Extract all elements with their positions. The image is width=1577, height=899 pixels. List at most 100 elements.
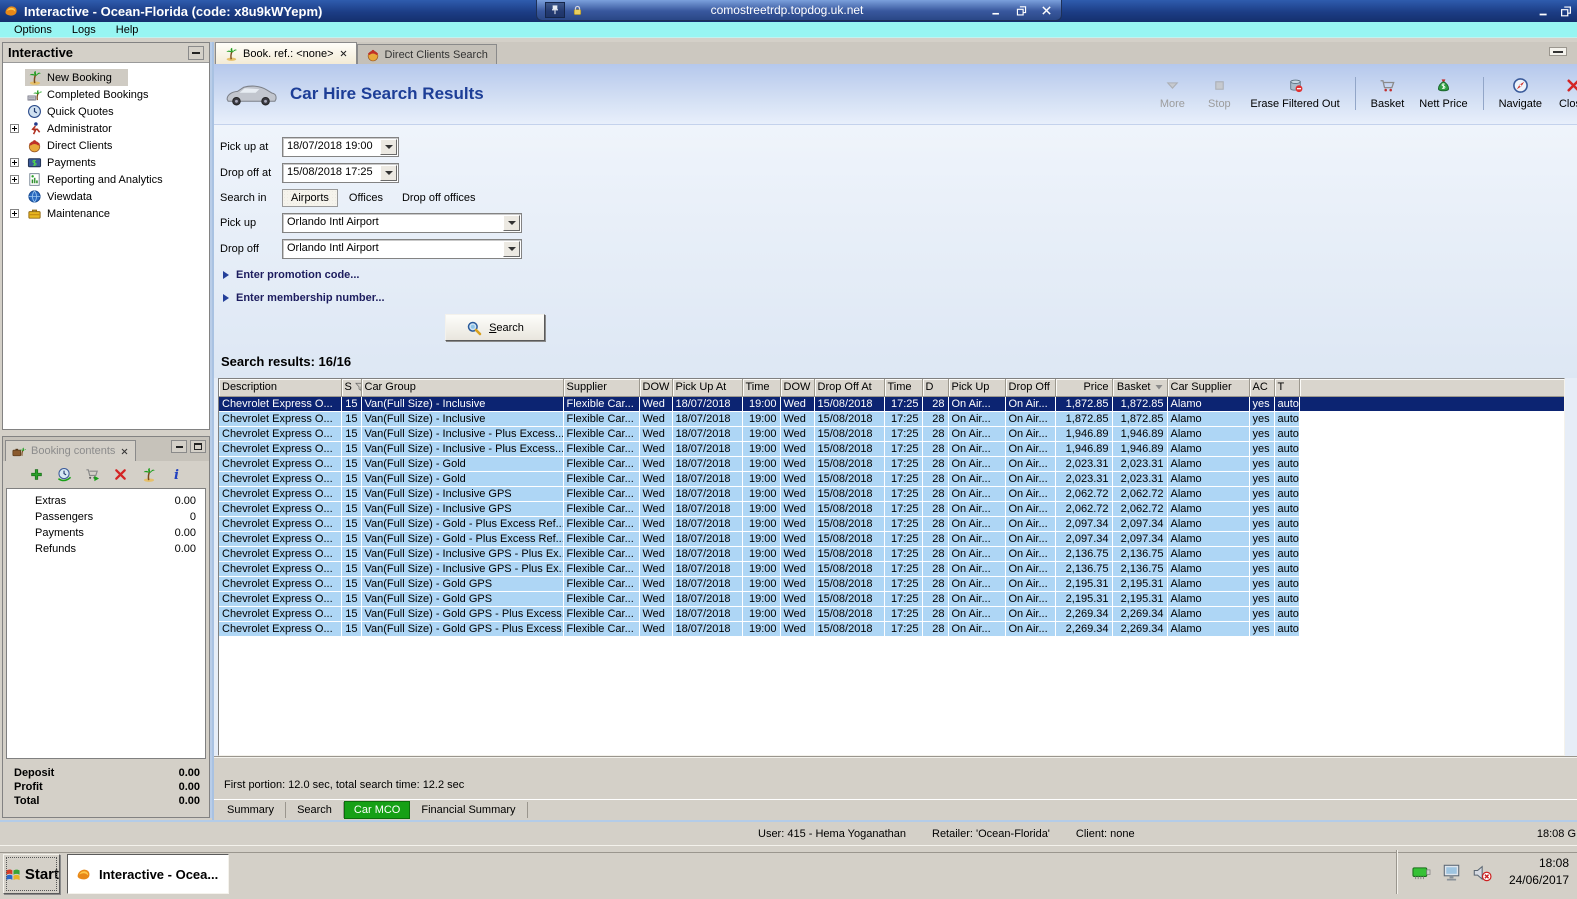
result-row[interactable]: Chevrolet Express O... 15 Van(Full Size) -… (219, 441, 1564, 457)
dropdown-arrow-icon[interactable] (380, 139, 397, 155)
column-header[interactable]: Car Group (361, 379, 564, 397)
rdp-minimize-icon[interactable] (990, 4, 1003, 17)
expand-icon[interactable] (10, 209, 19, 218)
sidebar-item[interactable]: New Booking (3, 69, 209, 86)
taskbar-task-button[interactable]: Interactive - Ocea... (67, 854, 229, 894)
delete-item-button[interactable] (113, 467, 128, 482)
column-header[interactable]: Time (742, 379, 781, 397)
column-header[interactable]: T (1274, 379, 1300, 397)
booking-button[interactable] (141, 467, 156, 482)
result-row[interactable]: Chevrolet Express O... 15 Van(Full Size) -… (219, 531, 1564, 547)
document-tab[interactable]: Direct Clients Search (356, 44, 497, 64)
promotion-code-expander[interactable]: Enter promotion code... (223, 268, 1577, 282)
maximize-icon[interactable] (1559, 4, 1573, 18)
sidebar-item[interactable]: Reporting and Analytics (3, 171, 209, 188)
membership-number-expander[interactable]: Enter membership number... (223, 291, 1577, 305)
booking-contents-tab[interactable]: Booking contents (5, 440, 137, 461)
column-header[interactable]: AC (1249, 379, 1275, 397)
rdp-close-icon[interactable] (1040, 4, 1053, 17)
search-in-option[interactable]: Airports (282, 189, 338, 207)
muted-speaker-icon[interactable] (1471, 862, 1492, 883)
collapse-strip-button[interactable] (1549, 47, 1567, 56)
result-row[interactable]: Chevrolet Express O... 15 Van(Full Size) -… (219, 456, 1564, 472)
booking-list-item[interactable]: Payments 0.00 (7, 525, 205, 541)
sidebar-item[interactable]: Viewdata (3, 188, 209, 205)
sidebar-item[interactable]: Completed Bookings (3, 86, 209, 103)
rdp-restore-icon[interactable] (1015, 4, 1028, 17)
search-in-option[interactable]: Drop off offices (394, 190, 484, 206)
column-header[interactable]: Car Supplier (1167, 379, 1250, 397)
view-tab[interactable]: Summary (216, 802, 287, 818)
dropdown-arrow-icon[interactable] (503, 215, 520, 231)
view-tab[interactable]: Financial Summary (410, 802, 528, 818)
sidebar-item[interactable]: Direct Clients (3, 137, 209, 154)
menu-item[interactable]: Logs (62, 23, 106, 37)
booking-list-item[interactable]: Extras 0.00 (7, 493, 205, 509)
dropoff-location-field[interactable]: Orlando Intl Airport (282, 239, 522, 259)
result-row[interactable]: Chevrolet Express O... 15 Van(Full Size) -… (219, 516, 1564, 532)
collapse-panel-button[interactable] (188, 45, 204, 60)
expand-icon[interactable] (10, 158, 19, 167)
booking-list-item[interactable]: Refunds 0.00 (7, 541, 205, 557)
toolbar-button[interactable]: Nett Price (1419, 77, 1468, 110)
result-row[interactable]: Chevrolet Express O... 15 Van(Full Size) -… (219, 471, 1564, 487)
column-header[interactable]: D (922, 379, 949, 397)
sidebar-item[interactable]: Quick Quotes (3, 103, 209, 120)
pin-button[interactable] (545, 2, 565, 18)
column-header[interactable]: Supplier (563, 379, 640, 397)
result-row[interactable]: Chevrolet Express O... 15 Van(Full Size) -… (219, 486, 1564, 502)
result-row[interactable]: Chevrolet Express O... 15 Van(Full Size) -… (219, 606, 1564, 622)
info-button[interactable] (169, 467, 184, 482)
toolbar-button[interactable]: More (1156, 77, 1188, 110)
dropoff-at-field[interactable]: 15/08/2018 17:25 (282, 163, 399, 183)
pickup-location-field[interactable]: Orlando Intl Airport (282, 213, 522, 233)
add-to-basket-button[interactable] (85, 467, 100, 482)
sidebar-item[interactable]: Payments (3, 154, 209, 171)
close-panel-icon[interactable] (120, 447, 129, 456)
dropdown-arrow-icon[interactable] (503, 241, 520, 257)
view-tab[interactable]: Search (286, 802, 344, 818)
column-header[interactable]: Basket (1112, 379, 1168, 397)
add-item-button[interactable] (29, 467, 44, 482)
column-header[interactable]: Time (884, 379, 923, 397)
menu-item[interactable]: Help (106, 23, 149, 37)
result-row[interactable]: Chevrolet Express O... 15 Van(Full Size) -… (219, 501, 1564, 517)
column-header[interactable]: Description (219, 379, 342, 397)
search-button[interactable]: Search (445, 314, 545, 341)
result-row[interactable]: Chevrolet Express O... 15 Van(Full Size) -… (219, 561, 1564, 577)
result-row[interactable]: Chevrolet Express O... 15 Van(Full Size) -… (219, 546, 1564, 562)
column-header[interactable]: Drop Off At (814, 379, 885, 397)
toolbar-button[interactable]: Stop (1203, 77, 1235, 110)
column-header[interactable]: Pick Up (948, 379, 1006, 397)
toolbar-button[interactable]: Erase Filtered Out (1250, 77, 1340, 110)
toolbar-button[interactable]: Close (1557, 77, 1577, 110)
search-in-option[interactable]: Offices (341, 190, 391, 206)
availability-button[interactable] (57, 467, 72, 482)
column-header[interactable]: Drop Off (1005, 379, 1056, 397)
result-row[interactable]: Chevrolet Express O... 15 Van(Full Size) -… (219, 396, 1564, 412)
document-tab[interactable]: Book. ref.: <none> (215, 42, 357, 64)
pickup-at-field[interactable]: 18/07/2018 19:00 (282, 137, 399, 157)
result-row[interactable]: Chevrolet Express O... 15 Van(Full Size) -… (219, 411, 1564, 427)
menu-item[interactable]: Options (4, 23, 62, 37)
view-tab[interactable]: Car MCO (343, 801, 411, 819)
toolbar-button[interactable]: Navigate (1482, 77, 1542, 110)
panel-maximize-button[interactable] (190, 440, 206, 453)
sidebar-item[interactable]: Administrator (3, 120, 209, 137)
column-header[interactable]: DOW (639, 379, 673, 397)
column-header[interactable]: DOW (780, 379, 815, 397)
sidebar-item[interactable]: Maintenance (3, 205, 209, 222)
column-header[interactable]: Price (1055, 379, 1113, 397)
toolbar-button[interactable]: Basket (1354, 77, 1404, 110)
minimize-icon[interactable] (1537, 4, 1551, 18)
network-adapter-icon[interactable] (1411, 862, 1432, 883)
start-button[interactable]: Start (3, 854, 60, 894)
column-header[interactable]: S (341, 379, 362, 397)
result-row[interactable]: Chevrolet Express O... 15 Van(Full Size) -… (219, 426, 1564, 442)
expand-icon[interactable] (10, 124, 19, 133)
dropdown-arrow-icon[interactable] (380, 165, 397, 181)
panel-minimize-button[interactable] (171, 440, 187, 453)
result-row[interactable]: Chevrolet Express O... 15 Van(Full Size) -… (219, 621, 1564, 637)
remote-display-icon[interactable] (1441, 862, 1462, 883)
column-header[interactable]: Pick Up At (672, 379, 743, 397)
